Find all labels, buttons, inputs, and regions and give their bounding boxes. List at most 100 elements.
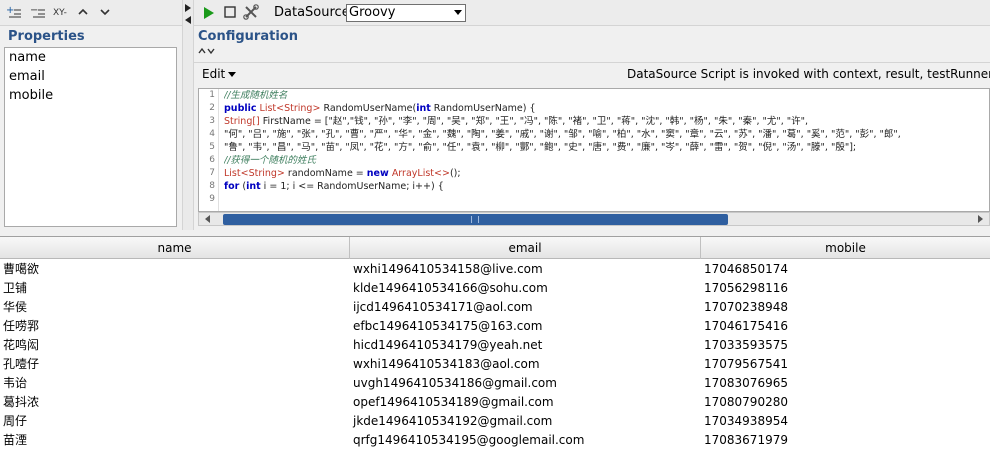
table-row[interactable]: 曹噶欲 wxhi1496410534158@live.com 17046850174 [0, 260, 990, 279]
table-cell-name[interactable]: 韦诒 [0, 374, 350, 393]
table-cell-mobile[interactable]: 17056298116 [701, 279, 990, 298]
column-header-mobile[interactable]: mobile [701, 237, 990, 259]
table-cell-email[interactable]: uvgh1496410534186@gmail.com [350, 374, 701, 393]
add-property-button[interactable]: + [6, 4, 22, 22]
table-row[interactable]: 周仔 jkde1496410534192@gmail.com 17034938954 [0, 412, 990, 431]
svg-text:−: − [30, 5, 38, 16]
table-cell-mobile[interactable]: 17079567541 [701, 355, 990, 374]
table-cell-email[interactable]: klde1496410534166@sohu.com [350, 279, 701, 298]
table-row[interactable]: 苗湮 qrfg1496410534195@googlemail.com 170836… [0, 431, 990, 450]
code-line: "鲁", "韦", "昌", "马", "苗", "凤", "花", "方", … [224, 142, 857, 153]
table-cell-name[interactable]: 葛抖浓 [0, 393, 350, 412]
table-cell-email[interactable]: wxhi1496410534158@live.com [350, 260, 701, 279]
table-cell-mobile[interactable]: 17083671979 [701, 431, 990, 450]
options-button[interactable] [243, 4, 259, 23]
edit-menu-label: Edit [202, 67, 226, 81]
stop-button[interactable] [224, 6, 236, 21]
svg-text:+: + [6, 5, 14, 16]
table-cell-email[interactable]: efbc1496410534175@163.com [350, 317, 701, 336]
code-line: public List<String> RandomUserName(int R… [224, 103, 536, 114]
line-number: 9 [209, 194, 215, 204]
collapse-chevrons-icon [198, 47, 215, 55]
table-row[interactable]: 孔噎仔 wxhi1496410534183@aol.com 17079567541 [0, 355, 990, 374]
chevron-up-icon [78, 8, 88, 15]
column-header-name[interactable]: name [0, 237, 350, 259]
table-cell-mobile[interactable]: 17046175416 [701, 317, 990, 336]
column-header-email[interactable]: email [350, 237, 701, 259]
table-cell-name[interactable]: 曹噶欲 [0, 260, 350, 279]
xy-button[interactable]: XY- [53, 4, 67, 22]
line-number: 2 [209, 103, 215, 113]
move-down-button[interactable] [100, 4, 110, 22]
remove-property-button[interactable]: − [30, 4, 46, 22]
code-line: for (int i = 1; i <= RandomUserName; i++… [224, 181, 444, 192]
table-cell-name[interactable]: 华侯 [0, 298, 350, 317]
script-editor[interactable]: 1 2 3 4 5 6 7 8 9 //生成随机姓名 public List<S… [198, 88, 990, 212]
table-cell-mobile[interactable]: 17070238948 [701, 298, 990, 317]
table-cell-name[interactable]: 任唠郛 [0, 317, 350, 336]
code-line: //获得一个随机的姓氏 [224, 155, 316, 166]
table-cell-mobile[interactable]: 17080790280 [701, 393, 990, 412]
property-item[interactable]: name [5, 48, 176, 67]
remove-property-icon: − [30, 5, 45, 18]
line-number: 1 [209, 90, 215, 100]
table-cell-email[interactable]: ijcd1496410534171@aol.com [350, 298, 701, 317]
dropdown-arrow-icon [228, 72, 237, 77]
line-number: 3 [209, 116, 215, 126]
move-up-button[interactable] [78, 4, 88, 22]
table-row[interactable]: 花鸣闳 hicd1496410534179@yeah.net 17033593575 [0, 336, 990, 355]
code-line: "何", "吕", "施", "张", "孔", "曹", "严", "华", … [224, 129, 901, 140]
line-number: 6 [209, 155, 215, 165]
property-item[interactable]: mobile [5, 86, 176, 105]
scroll-right-icon[interactable] [975, 214, 985, 224]
table-cell-email[interactable]: qrfg1496410534195@googlemail.com [350, 431, 701, 450]
results-table: name email mobile 曹噶欲 wxhi1496410534158@l… [0, 236, 990, 471]
table-row[interactable]: 韦诒 uvgh1496410534186@gmail.com 17083076965 [0, 374, 990, 393]
table-row[interactable]: 葛抖浓 opef1496410534189@gmail.com 1708079028… [0, 393, 990, 412]
stop-icon [224, 6, 236, 18]
table-row[interactable]: 华侯 ijcd1496410534171@aol.com 17070238948 [0, 298, 990, 317]
table-cell-name[interactable]: 苗湮 [0, 431, 350, 450]
code-area[interactable]: //生成随机姓名 public List<String> RandomUserN… [224, 89, 989, 206]
splitter-arrows-icon [185, 4, 191, 24]
table-cell-name[interactable]: 卫铺 [0, 279, 350, 298]
configuration-panel: DataSource: Groovy Configuration Edit Da… [194, 0, 990, 230]
horizontal-scrollbar[interactable] [198, 212, 990, 226]
table-cell-name[interactable]: 周仔 [0, 412, 350, 431]
panel-splitter[interactable] [182, 0, 194, 230]
table-cell-email[interactable]: jkde1496410534192@gmail.com [350, 412, 701, 431]
scroll-left-icon[interactable] [203, 214, 213, 224]
run-button[interactable] [202, 5, 216, 24]
play-icon [204, 7, 214, 19]
table-cell-email[interactable]: hicd1496410534179@yeah.net [350, 336, 701, 355]
datasource-label: DataSource: [274, 5, 355, 20]
table-cell-mobile[interactable]: 17033593575 [701, 336, 990, 355]
line-number-gutter: 1 2 3 4 5 6 7 8 9 [199, 89, 219, 211]
code-line: //生成随机姓名 [224, 90, 288, 101]
line-number: 7 [209, 168, 215, 178]
table-cell-mobile[interactable]: 17034938954 [701, 412, 990, 431]
line-number: 5 [209, 142, 215, 152]
table-cell-mobile[interactable]: 17083076965 [701, 374, 990, 393]
table-cell-email[interactable]: opef1496410534189@gmail.com [350, 393, 701, 412]
table-row[interactable]: 任唠郛 efbc1496410534175@163.com 17046175416 [0, 317, 990, 336]
scrollbar-thumb[interactable] [223, 214, 728, 225]
table-cell-name[interactable]: 花鸣闳 [0, 336, 350, 355]
table-cell-email[interactable]: wxhi1496410534183@aol.com [350, 355, 701, 374]
dropdown-arrow-icon [454, 10, 462, 15]
properties-toolbar: + − XY- [0, 0, 182, 26]
table-cell-name[interactable]: 孔噎仔 [0, 355, 350, 374]
properties-list[interactable]: name email mobile [4, 47, 177, 227]
collapse-toggle[interactable] [198, 46, 216, 58]
datasource-select[interactable]: Groovy [346, 4, 466, 22]
datasource-select-value: Groovy [349, 5, 396, 20]
configuration-title: Configuration [198, 29, 298, 44]
edit-menu[interactable]: Edit [202, 67, 237, 81]
property-item[interactable]: email [5, 67, 176, 86]
table-row[interactable]: 卫铺 klde1496410534166@sohu.com 17056298116 [0, 279, 990, 298]
line-number: 4 [209, 129, 215, 139]
line-number: 8 [209, 181, 215, 191]
table-cell-mobile[interactable]: 17046850174 [701, 260, 990, 279]
table-header: name email mobile [0, 237, 990, 259]
